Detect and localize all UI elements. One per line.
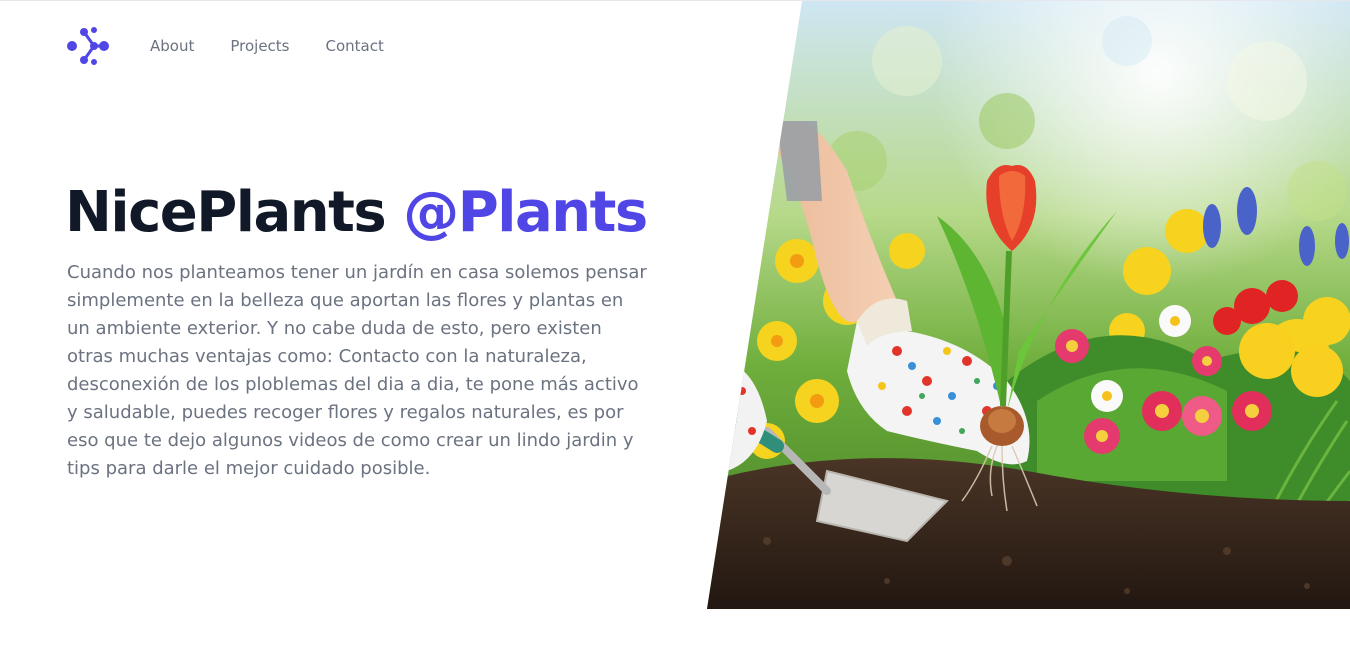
garden-photo-illustration (707, 1, 1350, 609)
nav-link-projects[interactable]: Projects (230, 37, 289, 55)
hero-garden-image (707, 1, 1350, 609)
molecule-logo-icon[interactable] (67, 25, 109, 67)
hero-title: NicePlants @Plants (65, 179, 648, 247)
nav-link-about[interactable]: About (150, 37, 194, 55)
hero-title-accent: @Plants (403, 180, 648, 245)
hero-description: Cuando nos planteamos tener un jardín en… (67, 262, 647, 479)
hero-title-main: NicePlants (65, 180, 387, 245)
nav-link-contact[interactable]: Contact (326, 37, 384, 55)
page: About Projects Contact NicePlants @Plant… (0, 0, 1350, 655)
top-nav: About Projects Contact (67, 25, 420, 67)
